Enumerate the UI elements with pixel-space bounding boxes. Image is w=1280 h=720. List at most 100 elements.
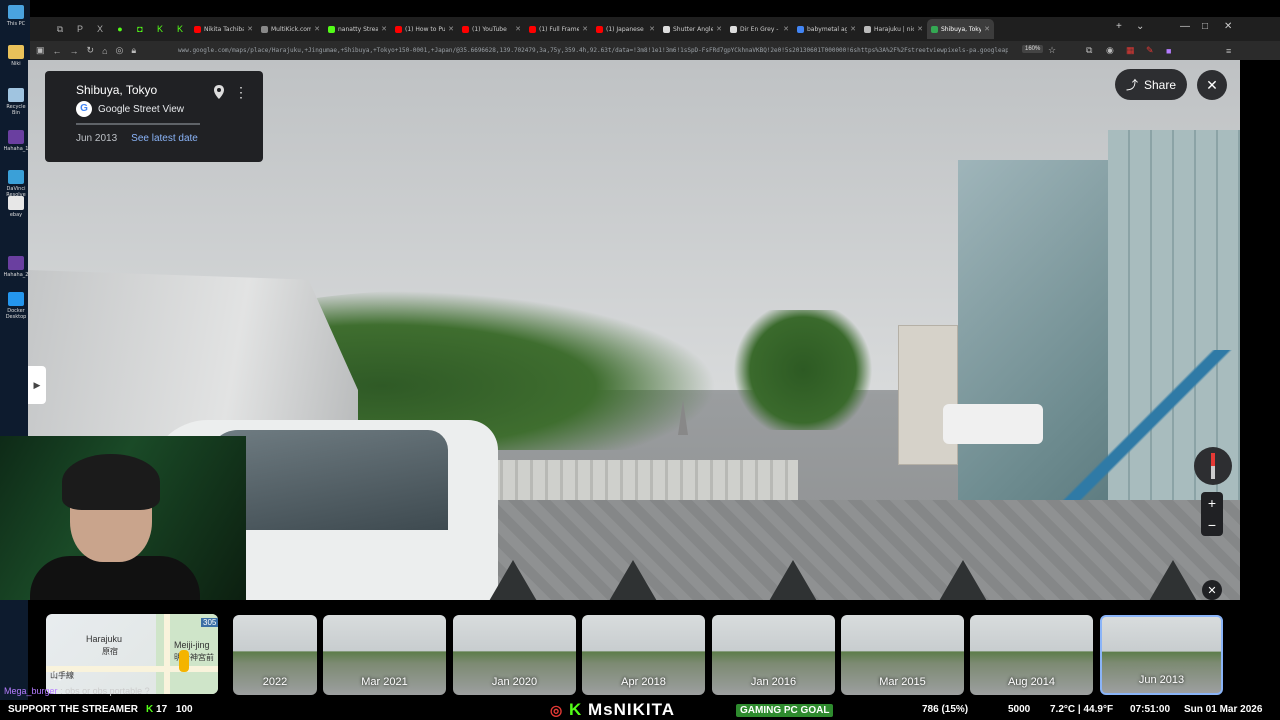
desktop-icon[interactable]: Docker Desktop [3,292,29,320]
pegman-icon[interactable] [179,650,189,672]
location-pin-icon[interactable] [213,85,225,99]
tab-actions-icon[interactable]: ⧉ [50,17,70,41]
close-street-view-button[interactable]: ✕ [1197,70,1227,100]
more-options-icon[interactable]: ⋮ [234,84,248,101]
tab-title: Harajuku | nicnac [874,25,915,33]
timeline-thumbnail[interactable]: 2022 [233,615,317,695]
timeline-thumbnail[interactable]: Mar 2015 [841,615,964,695]
menu-icon[interactable]: ≡ [1226,46,1231,56]
tab-close-icon[interactable]: ✕ [649,25,655,33]
browser-tab[interactable]: (1) YouTube ✕ [458,19,525,39]
browser-tab[interactable]: babymetal age - G✕ [793,19,860,39]
zoom-in-button[interactable]: + [1201,492,1223,514]
tab-close-icon[interactable]: ✕ [448,25,454,33]
kick-tab-icon-2[interactable]: K [170,17,190,41]
bookmark-star-icon[interactable]: ☆ [1048,45,1056,56]
street-view-brand: G Google Street View [76,101,263,117]
tab-close-icon[interactable]: ✕ [381,25,387,33]
extension-icon-3[interactable]: ▦ [1126,45,1135,56]
zoom-out-button[interactable]: − [1201,514,1223,536]
timeline-thumbnail[interactable]: Jan 2016 [712,615,835,695]
extension-icon-4[interactable]: ✎ [1146,45,1154,56]
expand-panel-button[interactable]: ▶ [28,366,46,404]
pinned-tab-icon-2[interactable]: ● [110,17,130,41]
tab-close-icon[interactable]: ✕ [314,25,320,33]
lock-icon[interactable]: 🔒︎ [131,45,136,56]
minimize-icon[interactable]: — [1180,21,1190,32]
pinned-tab-icon-3[interactable]: ◘ [130,17,150,41]
tab-close-icon[interactable]: ✕ [984,25,990,33]
bus [943,404,1043,444]
extension-icon-5[interactable]: ■ [1166,46,1171,56]
blue-stair-railing [1058,350,1240,510]
see-latest-date-link[interactable]: See latest date [131,133,198,144]
reload-icon[interactable]: ↻ [87,45,95,56]
timeline-thumbnail[interactable]: Jan 2020 [453,615,576,695]
new-tab-icon[interactable]: + [1116,21,1122,32]
desktop-icon[interactable]: Recycle Bin [3,88,29,116]
tab-title: Dir En Grey - Wiki [740,25,780,33]
browser-tab[interactable]: Dir En Grey - Wiki✕ [726,19,793,39]
compass-button[interactable] [1194,447,1232,485]
shield-icon[interactable]: ◎ [116,45,124,56]
extensions-icon[interactable]: ⧉ [1086,45,1092,56]
desktop-icon-label: Recycle Bin [6,104,26,116]
desktop-shortcut-icon [8,130,24,144]
forward-icon[interactable]: → [70,46,79,56]
instagram-icon: ◎ [550,702,564,718]
close-icon: ✕ [1207,584,1217,597]
share-button[interactable]: ⤴ Share [1115,69,1187,100]
desktop-icon[interactable]: DaVinci Resolve [3,170,29,198]
x-tab-icon[interactable]: X [90,17,110,41]
back-icon[interactable]: ← [53,46,62,56]
youtube-favicon-icon [596,25,603,33]
tab-close-icon[interactable]: ✕ [247,25,253,33]
fullscreen-map-icon[interactable]: ⛶ [54,672,68,686]
desktop-icon[interactable]: Hahaha_1 [3,130,29,152]
tab-close-icon[interactable]: ✕ [917,25,923,33]
zoom-badge[interactable]: 160% [1022,45,1044,53]
timeline-thumbnail[interactable]: Apr 2018 [582,615,705,695]
goal-value: 786 (15%) [922,704,969,715]
browser-tab[interactable]: Shibuya, Tokyo - G✕ [927,19,994,39]
browser-tab[interactable]: MultiKick.com: Wa✕ [257,19,324,39]
minimap[interactable]: Harajuku 原宿 Meiji-jing 明治神宮前 山手線 305 [46,614,218,694]
desktop-icon[interactable]: Niki [3,45,29,67]
desktop-icon[interactable]: This PC [3,5,29,27]
timeline-thumbnail[interactable]: Jun 2013 [1100,615,1223,695]
desktop-shortcut-icon [8,5,24,19]
timeline-thumbnail[interactable]: Mar 2021 [323,615,446,695]
maximize-icon[interactable]: □ [1202,21,1208,32]
browser-tab[interactable]: Shutter Angle in C✕ [659,19,726,39]
url-field[interactable]: www.google.com/maps/place/Harajuku,+Jing… [178,44,1008,57]
close-timeline-button[interactable]: ✕ [1202,580,1222,600]
close-icon: ✕ [1206,76,1218,93]
timeline-date-label: Jan 2016 [750,676,797,688]
tab-bar: ⧉ P X ● ◘ K K Nikita Tachibana |✕MultiKi… [30,17,1280,41]
tab-close-icon[interactable]: ✕ [515,25,521,33]
sidebar-icon[interactable]: ▣ [36,45,45,56]
share-icon: ⤴ [1125,78,1138,92]
road [164,614,170,694]
tab-close-icon[interactable]: ✕ [582,25,588,33]
tab-close-icon[interactable]: ✕ [850,25,856,33]
browser-tab[interactable]: nanatty Stream -✕ [324,19,391,39]
tab-close-icon[interactable]: ✕ [716,25,722,33]
browser-tab[interactable]: Nikita Tachibana |✕ [190,19,257,39]
browser-tab[interactable]: (1) How to Put Te✕ [391,19,458,39]
desktop-icon[interactable]: Hahaha_2 [3,256,29,278]
home-icon[interactable]: ⌂ [102,46,107,56]
timeline-thumbnail[interactable]: Aug 2014 [970,615,1093,695]
kick-tab-icon[interactable]: K [150,17,170,41]
browser-tab[interactable]: (1) Japanese Love✕ [592,19,659,39]
tab-close-icon[interactable]: ✕ [783,25,789,33]
google-favicon-icon [797,25,804,33]
window-close-icon[interactable]: ✕ [1224,21,1232,32]
pinned-tab-icon[interactable]: P [70,17,90,41]
browser-tab[interactable]: Harajuku | nicnac✕ [860,19,927,39]
desktop-shortcut-icon [8,196,24,210]
browser-tab[interactable]: (1) Full Frame AF✕ [525,19,592,39]
desktop-icon[interactable]: ebay [3,196,29,218]
tab-list-icon[interactable]: ⌄ [1136,21,1144,32]
extension-icon-2[interactable]: ◉ [1106,45,1114,56]
